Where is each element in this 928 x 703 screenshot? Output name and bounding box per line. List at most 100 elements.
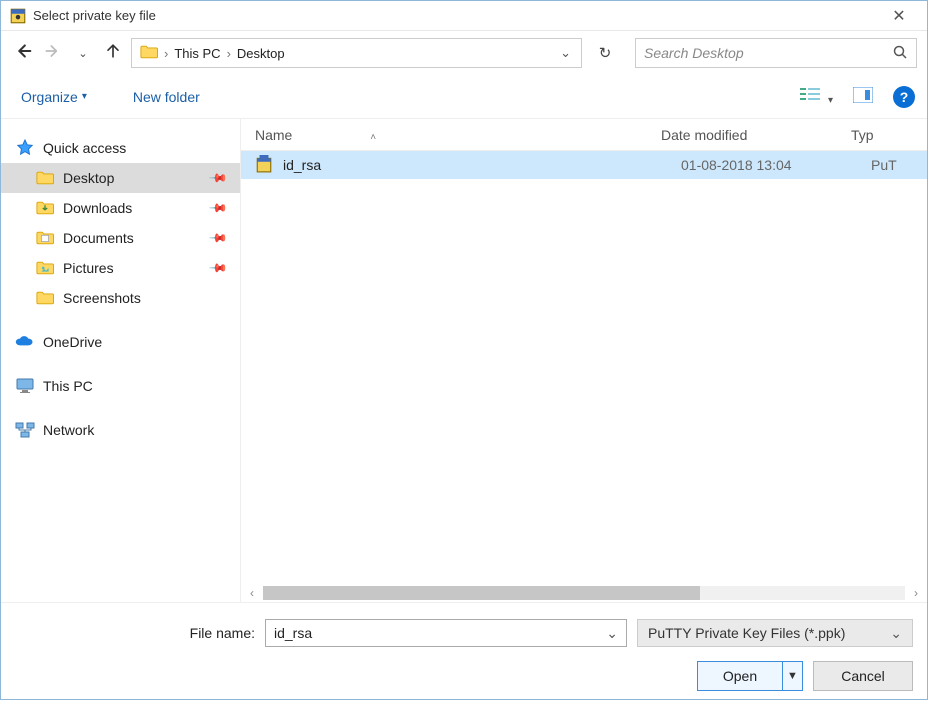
sidebar-item-label: Downloads <box>63 200 132 216</box>
chevron-down-icon: ▾ <box>828 95 833 106</box>
search-placeholder: Search Desktop <box>644 45 888 61</box>
filetype-filter[interactable]: PuTTY Private Key Files (*.ppk) ⌄ <box>637 619 913 647</box>
column-label: Date modified <box>661 127 747 143</box>
organize-label: Organize <box>21 89 78 105</box>
folder-icon <box>140 44 158 62</box>
breadcrumb-sep: › <box>162 46 170 61</box>
column-label: Name <box>255 127 292 143</box>
sidebar-item-screenshots[interactable]: Screenshots <box>1 283 240 313</box>
star-icon <box>15 138 35 158</box>
filter-label: PuTTY Private Key Files (*.ppk) <box>648 625 845 641</box>
close-button[interactable]: ✕ <box>879 2 919 30</box>
sidebar-item-label: Network <box>43 422 94 438</box>
search-icon <box>892 44 908 63</box>
file-icon-ppk <box>255 155 275 175</box>
cancel-button[interactable]: Cancel <box>813 661 913 691</box>
folder-icon <box>35 228 55 248</box>
recent-locations-button[interactable]: ⌄ <box>71 41 95 65</box>
nav-up-button[interactable] <box>101 41 125 65</box>
folder-icon <box>35 198 55 218</box>
view-details-icon <box>800 91 824 106</box>
sidebar-item-documents[interactable]: Documents 📌 <box>1 223 240 253</box>
nav-back-button[interactable] <box>11 41 35 65</box>
scrollbar-thumb[interactable] <box>263 586 700 600</box>
column-label: Typ <box>851 127 874 143</box>
chevron-down-icon: ⌄ <box>890 625 902 642</box>
breadcrumb-desktop[interactable]: Desktop <box>233 46 289 61</box>
chevron-down-icon: ⌄ <box>606 625 618 641</box>
pin-icon: 📌 <box>208 258 228 278</box>
address-bar[interactable]: › This PC › Desktop ⌄ <box>131 38 582 68</box>
open-button[interactable]: Open <box>697 661 783 691</box>
view-mode-button[interactable]: ▾ <box>794 83 839 110</box>
sidebar-item-label: Pictures <box>63 260 114 276</box>
sidebar-item-label: OneDrive <box>43 334 102 350</box>
arrow-right-icon <box>43 41 63 66</box>
pc-icon <box>15 376 35 396</box>
pin-icon: 📌 <box>208 228 228 248</box>
breadcrumb-this-pc[interactable]: This PC <box>170 46 224 61</box>
preview-pane-icon <box>853 91 873 106</box>
folder-icon <box>35 288 55 308</box>
open-split-dropdown[interactable]: ▼ <box>783 661 803 691</box>
filename-label: File name: <box>15 625 255 641</box>
sidebar-item-label: Documents <box>63 230 134 246</box>
new-folder-label: New folder <box>133 89 200 105</box>
filename-value: id_rsa <box>274 625 312 641</box>
scroll-right-arrow[interactable]: › <box>909 586 923 600</box>
preview-pane-button[interactable] <box>847 83 879 110</box>
open-label: Open <box>723 668 757 684</box>
chevron-down-icon: ⌄ <box>78 47 87 60</box>
sidebar-item-label: Quick access <box>43 140 126 156</box>
pin-icon: 📌 <box>208 168 228 188</box>
sort-ascending-icon: ˄ <box>370 132 376 143</box>
file-name: id_rsa <box>283 157 681 173</box>
sidebar-item-pictures[interactable]: Pictures 📌 <box>1 253 240 283</box>
sidebar-item-downloads[interactable]: Downloads 📌 <box>1 193 240 223</box>
refresh-icon: ↻ <box>599 44 612 62</box>
sidebar-item-quick-access[interactable]: Quick access <box>1 133 240 163</box>
navigation-sidebar: Quick access Desktop 📌 Downloads 📌 <box>1 119 241 602</box>
filename-input[interactable]: id_rsa ⌄ <box>265 619 627 647</box>
sidebar-item-this-pc[interactable]: This PC <box>1 371 240 401</box>
column-header-name[interactable]: Name ˄ <box>241 127 661 143</box>
chevron-down-icon: ⌄ <box>560 45 571 60</box>
new-folder-button[interactable]: New folder <box>125 83 208 111</box>
help-icon: ? <box>900 89 909 105</box>
search-input[interactable]: Search Desktop <box>635 38 917 68</box>
column-headers: Name ˄ Date modified Typ <box>241 119 927 151</box>
file-row[interactable]: id_rsa 01-08-2018 13:04 PuT <box>241 151 927 179</box>
network-icon <box>15 420 35 440</box>
file-type: PuT <box>871 157 927 173</box>
onedrive-icon <box>15 332 35 352</box>
sidebar-item-desktop[interactable]: Desktop 📌 <box>1 163 240 193</box>
organize-button[interactable]: Organize ▾ <box>13 83 95 111</box>
help-button[interactable]: ? <box>893 86 915 108</box>
nav-forward-button <box>41 41 65 65</box>
refresh-button[interactable]: ↻ <box>587 38 623 68</box>
cancel-label: Cancel <box>841 668 885 684</box>
column-header-date[interactable]: Date modified <box>661 127 851 143</box>
arrow-up-icon <box>103 41 123 66</box>
sidebar-item-label: Screenshots <box>63 290 141 306</box>
breadcrumb-sep: › <box>225 46 233 61</box>
sidebar-item-label: Desktop <box>63 170 114 186</box>
window-title: Select private key file <box>33 8 156 23</box>
horizontal-scrollbar[interactable]: ‹ › <box>241 584 927 602</box>
folder-icon <box>35 168 55 188</box>
scroll-left-arrow[interactable]: ‹ <box>245 586 259 600</box>
arrow-left-icon <box>12 40 34 67</box>
app-icon-putty <box>9 7 27 25</box>
chevron-down-icon: ▼ <box>787 670 798 682</box>
chevron-down-icon: ▾ <box>82 91 87 102</box>
close-icon: ✕ <box>892 6 905 26</box>
filename-dropdown[interactable]: ⌄ <box>606 625 618 642</box>
sidebar-item-onedrive[interactable]: OneDrive <box>1 327 240 357</box>
pin-icon: 📌 <box>208 198 228 218</box>
scrollbar-track[interactable] <box>263 586 905 600</box>
address-dropdown[interactable]: ⌄ <box>554 45 577 61</box>
file-date: 01-08-2018 13:04 <box>681 157 871 173</box>
folder-icon <box>35 258 55 278</box>
column-header-type[interactable]: Typ <box>851 127 927 143</box>
sidebar-item-network[interactable]: Network <box>1 415 240 445</box>
